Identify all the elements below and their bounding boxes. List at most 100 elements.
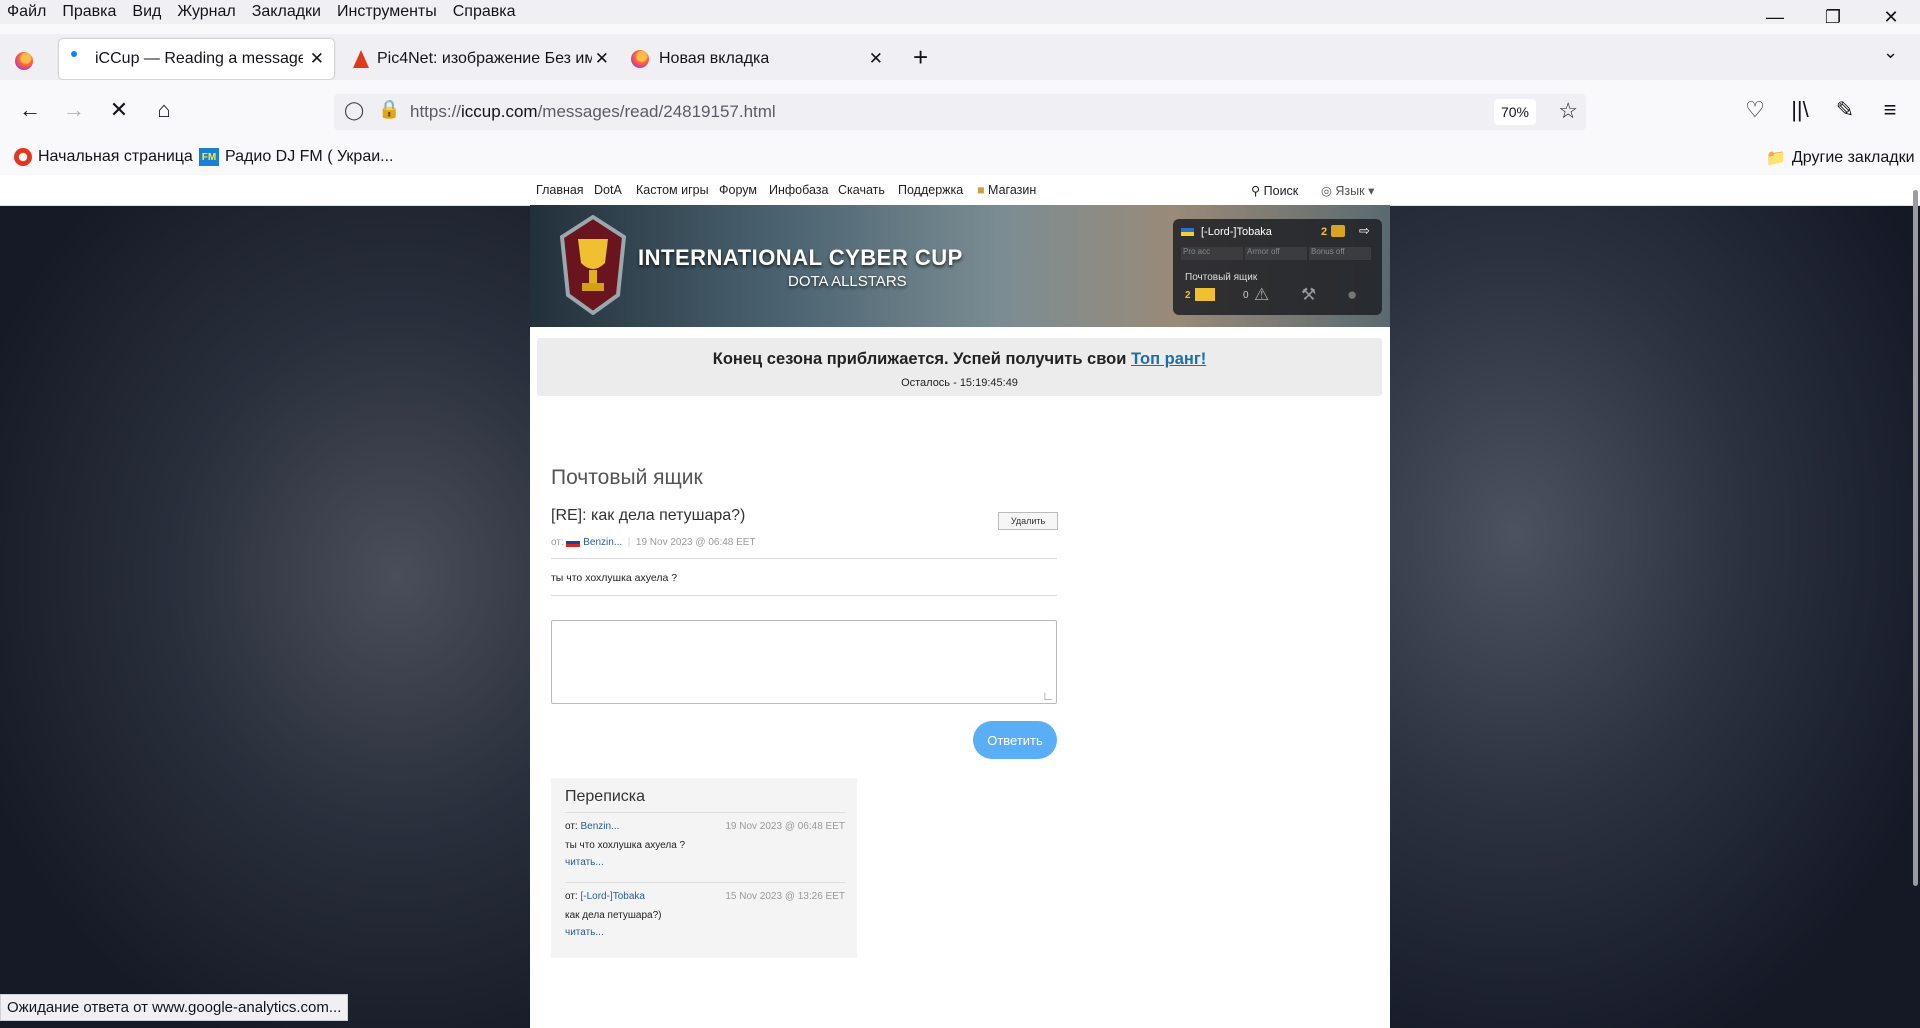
forward-icon[interactable]: → [60, 96, 88, 124]
nav-bar: ← → ✕ ⌂ ◯ 🔒 https://iccup.com/messages/r… [0, 80, 1920, 148]
list-item: от: Benzin... 19 Nov 2023 @ 06:48 EET ты… [565, 821, 845, 868]
nav-infobase[interactable]: Инфобаза [769, 183, 829, 197]
mailbox-label[interactable]: Почтовый ящик [1185, 272, 1257, 283]
list-item: от: [-Lord-]Tobaka 15 Nov 2023 @ 13:26 E… [565, 891, 845, 938]
correspondence-heading: Переписка [565, 788, 646, 805]
close-tab-icon[interactable]: ✕ [869, 49, 883, 69]
list-tabs-icon[interactable]: ⌄ [1883, 42, 1898, 63]
tracking-shield-icon[interactable]: ◯ [344, 100, 364, 121]
menu-edit[interactable]: Правка [54, 3, 124, 21]
zoom-level[interactable]: 70% [1494, 99, 1536, 125]
sender-link[interactable]: Benzin... [580, 821, 619, 832]
delete-button[interactable]: Удалить [998, 512, 1058, 530]
divider [551, 558, 1057, 559]
warning-icon[interactable]: ⚠ [1254, 285, 1269, 305]
menu-help[interactable]: Справка [445, 3, 524, 21]
app-menu-icon[interactable]: ≡ [1876, 96, 1904, 124]
stop-icon[interactable]: ✕ [105, 96, 133, 124]
bookmark-djfm[interactable]: FM Радио DJ FM ( Украи... [199, 148, 394, 166]
other-bookmarks-label: Другие закладки [1791, 149, 1915, 166]
top-rank-link[interactable]: Топ ранг! [1131, 350, 1206, 368]
season-message: Конец сезона приближается. Успей получит… [712, 350, 1207, 368]
tab-new[interactable]: Новая вкладка ✕ [623, 39, 893, 79]
firefox-view-icon[interactable] [15, 52, 33, 70]
nav-home[interactable]: Главная [536, 183, 584, 197]
tab-pic4net[interactable]: Pic4Net: изображение Без име ✕ [345, 39, 609, 79]
banner-title: INTERNATIONAL CYBER CUP [638, 245, 963, 270]
envelope-icon[interactable] [1195, 288, 1215, 301]
nav-download[interactable]: Скачать [838, 183, 885, 197]
bookmark-home[interactable]: Начальная страница [14, 148, 193, 166]
bookmark-label: Начальная страница [38, 148, 193, 165]
menu-bookmarks[interactable]: Закладки [244, 3, 329, 21]
close-tab-icon[interactable]: ✕ [310, 49, 324, 69]
djfm-icon: FM [199, 148, 219, 166]
restore-icon[interactable]: ❐ [1804, 0, 1862, 34]
divider [551, 595, 1057, 596]
menu-file[interactable]: Файл [0, 3, 54, 21]
menu-tools[interactable]: Инструменты [329, 3, 445, 21]
resize-handle-icon[interactable]: ∟ [1042, 689, 1054, 703]
nav-support[interactable]: Поддержка [898, 183, 963, 197]
lock-icon[interactable]: 🔒 [378, 99, 400, 120]
bookmark-label: Радио DJ FM ( Украи... [225, 148, 394, 165]
coin-count: 2 [1321, 226, 1328, 238]
logout-icon[interactable]: ⇨ [1359, 223, 1370, 239]
loading-dot-icon [71, 51, 77, 57]
read-link[interactable]: читать... [565, 927, 604, 938]
minimize-icon[interactable]: — [1746, 0, 1804, 34]
page-scrollbar[interactable] [1913, 190, 1918, 886]
window-controls: — ❐ ✕ [1746, 0, 1920, 34]
nav-search[interactable]: ⚲ Поиск [1251, 183, 1298, 198]
reply-textarea[interactable]: ∟ [551, 620, 1057, 704]
sender-link[interactable]: Benzin... [583, 537, 622, 548]
warning-count: 0 [1243, 290, 1249, 301]
reply-button[interactable]: Ответить [973, 721, 1057, 759]
read-link[interactable]: читать... [565, 857, 604, 868]
nav-forum[interactable]: Форум [719, 183, 757, 197]
library-icon[interactable]: ||\ [1786, 96, 1814, 124]
menu-view[interactable]: Вид [124, 3, 169, 21]
pro-acc[interactable]: Pro acc [1181, 247, 1243, 260]
bookmark-star-icon[interactable]: ☆ [1558, 98, 1578, 124]
season-timer: Осталось - 15:19:45:49 [901, 377, 1018, 389]
extensions-icon[interactable]: ✎ [1831, 96, 1859, 124]
tab-title: Новая вкладка [659, 50, 770, 67]
nav-shop[interactable]: ■ Магазин [977, 183, 1036, 197]
back-icon[interactable]: ← [16, 96, 44, 124]
banner-subtitle: DOTA ALLSTARS [788, 273, 907, 290]
trophy-logo-icon [559, 215, 627, 315]
nav-language[interactable]: ◎ Язык ▾ [1321, 183, 1374, 198]
menu-bar: Файл Правка Вид Журнал Закладки Инструме… [0, 0, 1920, 24]
pocket-icon[interactable]: ♡ [1741, 96, 1769, 124]
close-tab-icon[interactable]: ✕ [595, 49, 609, 69]
item-text: как дела петушара?) [565, 910, 662, 921]
new-tab-icon[interactable]: + [913, 42, 928, 73]
sender-link[interactable]: [-Lord-]Tobaka [580, 891, 644, 902]
mailbox-heading: Почтовый ящик [551, 466, 703, 489]
armor-status[interactable]: Armor off [1245, 247, 1307, 260]
username[interactable]: [-Lord-]Tobaka [1201, 226, 1272, 238]
ukraine-flag-icon [1181, 228, 1194, 236]
site-banner[interactable]: INTERNATIONAL CYBER CUP DOTA ALLSTARS [-… [530, 205, 1390, 327]
nav-dota[interactable]: DotA [594, 183, 622, 197]
url-text[interactable]: https://iccup.com/messages/read/24819157… [410, 102, 776, 122]
web-page: Главная DotA Кастом игры Форум Инфобаза … [0, 175, 1920, 1028]
status-bar: Ожидание ответа от www.google-analytics.… [0, 994, 349, 1021]
close-window-icon[interactable]: ✕ [1862, 0, 1920, 34]
bonus-status[interactable]: Bonus off [1309, 247, 1371, 260]
tab-iccup[interactable]: iCCup — Reading a message fro ✕ [59, 39, 334, 79]
season-banner: Конец сезона приближается. Успей получит… [537, 338, 1382, 396]
nav-custom[interactable]: Кастом игры [636, 183, 709, 197]
url-bar[interactable]: ◯ 🔒 https://iccup.com/messages/read/2481… [334, 94, 1586, 130]
tools-icon[interactable]: ⚒ [1301, 285, 1316, 305]
friends-icon[interactable]: ● [1347, 285, 1357, 305]
menu-history[interactable]: Журнал [169, 3, 243, 21]
message-body: ты что хохлушка ахуела ? [551, 572, 678, 584]
russia-flag-icon [566, 537, 581, 547]
coins-icon [1331, 225, 1345, 237]
other-bookmarks[interactable]: 📁 Другие закладки [1766, 148, 1915, 168]
home-icon[interactable]: ⌂ [150, 96, 178, 124]
tab-bar: iCCup — Reading a message fro ✕ Pic4Net:… [0, 34, 1920, 80]
divider [565, 882, 845, 883]
